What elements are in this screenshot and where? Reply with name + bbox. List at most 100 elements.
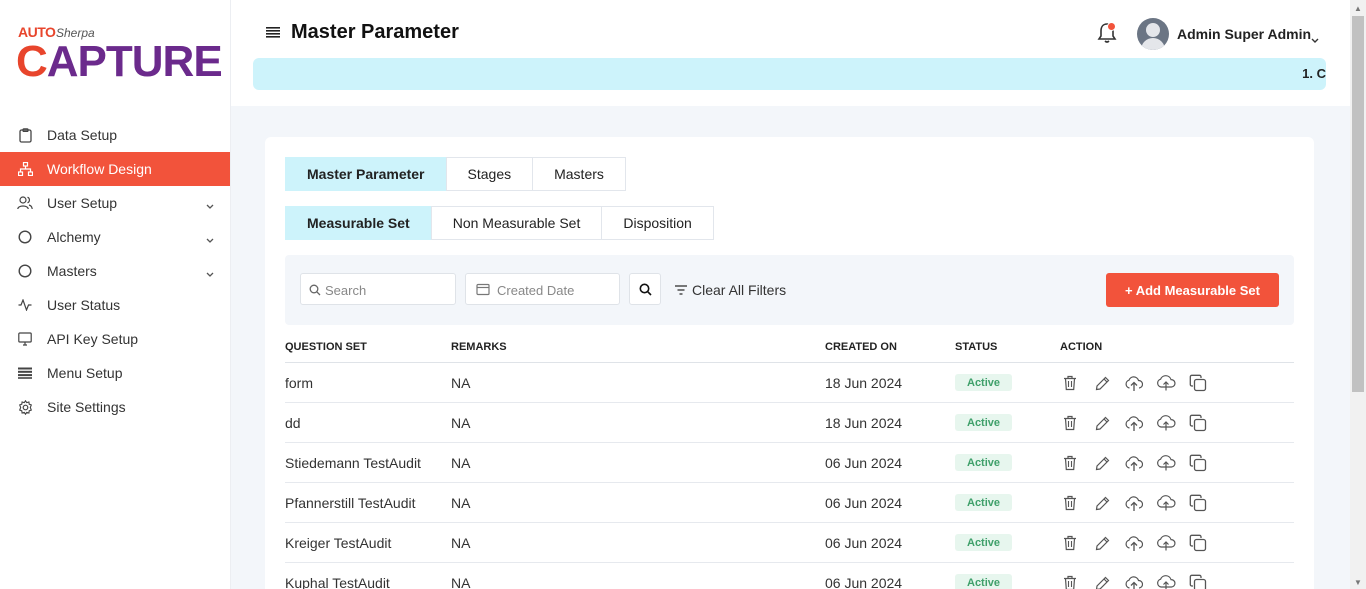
delete-icon[interactable] xyxy=(1060,493,1080,513)
copy-icon[interactable] xyxy=(1188,493,1208,513)
menu-toggle-icon[interactable] xyxy=(266,25,280,43)
search-box[interactable] xyxy=(300,273,456,305)
sidebar-item-user-setup[interactable]: User Setup xyxy=(0,186,230,220)
clear-filters-button[interactable]: Clear All Filters xyxy=(675,282,786,298)
sidebar-item-data-setup[interactable]: Data Setup xyxy=(0,118,230,152)
tab-disposition[interactable]: Disposition xyxy=(601,206,714,240)
created-on-cell: 06 Jun 2024 xyxy=(825,575,903,589)
clipboard-icon xyxy=(17,127,33,143)
add-measurable-set-button[interactable]: + Add Measurable Set xyxy=(1106,273,1279,307)
cloud-upload-icon[interactable] xyxy=(1156,413,1176,433)
column-header-created-on[interactable]: CREATED ON xyxy=(825,341,897,353)
avatar[interactable] xyxy=(1137,18,1169,50)
app-logo[interactable]: AUTO Sherpa CAPTURE xyxy=(16,22,223,86)
edit-icon[interactable] xyxy=(1092,453,1112,473)
row-actions xyxy=(1060,533,1208,553)
sidebar-item-api-key-setup[interactable]: API Key Setup xyxy=(0,322,230,356)
delete-icon[interactable] xyxy=(1060,413,1080,433)
status-badge: Active xyxy=(955,534,1013,551)
circle-icon xyxy=(17,229,33,245)
column-header-remarks[interactable]: REMARKS xyxy=(451,341,507,353)
chevron-down-icon[interactable] xyxy=(206,264,214,280)
column-header-question-set[interactable]: QUESTION SET xyxy=(285,341,367,353)
tab-stages[interactable]: Stages xyxy=(445,157,534,191)
sidebar-item-label: Data Setup xyxy=(47,127,118,143)
row-actions xyxy=(1060,413,1208,433)
cloud-upload-icon[interactable] xyxy=(1156,533,1176,553)
tab-master-parameter[interactable]: Master Parameter xyxy=(285,157,447,191)
chevron-down-icon[interactable] xyxy=(206,230,214,246)
tab-measurable-set[interactable]: Measurable Set xyxy=(285,206,432,240)
question-set-cell: Stiedemann TestAudit xyxy=(285,455,421,471)
row-actions xyxy=(1060,493,1208,513)
table-row: dd NA 18 Jun 2024 Active xyxy=(285,403,1294,443)
upload-icon[interactable] xyxy=(1124,533,1144,553)
sidebar-item-alchemy[interactable]: Alchemy xyxy=(0,220,230,254)
cloud-upload-icon[interactable] xyxy=(1156,493,1176,513)
search-input[interactable] xyxy=(325,280,450,300)
table-body: form NA 18 Jun 2024 Active dd NA 18 Jun 2024 Ac… xyxy=(285,363,1294,589)
row-actions xyxy=(1060,573,1208,589)
remarks-cell: NA xyxy=(451,375,471,391)
sidebar-nav: Data Setup Workflow Design User Setup Alche… xyxy=(0,118,230,424)
copy-icon[interactable] xyxy=(1188,573,1208,589)
chevron-down-icon[interactable] xyxy=(206,196,214,212)
sidebar-item-workflow-design[interactable]: Workflow Design xyxy=(0,152,230,186)
tab-masters[interactable]: Masters xyxy=(532,157,626,191)
gear-icon xyxy=(17,399,33,415)
column-header-status[interactable]: STATUS xyxy=(955,341,997,353)
upload-icon[interactable] xyxy=(1124,573,1144,589)
cloud-upload-icon[interactable] xyxy=(1156,453,1176,473)
scrollbar-thumb[interactable] xyxy=(1352,16,1364,392)
filter-bar: Clear All Filters + Add Measurable Set xyxy=(285,255,1294,325)
row-actions xyxy=(1060,373,1208,393)
question-set-table: QUESTION SET REMARKS CREATED ON STATUS A… xyxy=(285,333,1294,589)
upload-icon[interactable] xyxy=(1124,413,1144,433)
scroll-down-arrow-icon[interactable]: ▼ xyxy=(1354,578,1362,587)
tab-non-measurable-set[interactable]: Non Measurable Set xyxy=(430,206,603,240)
sidebar-item-label: Workflow Design xyxy=(47,161,152,177)
search-icon xyxy=(639,283,652,296)
chevron-down-icon[interactable] xyxy=(1311,30,1319,48)
upload-icon[interactable] xyxy=(1124,453,1144,473)
edit-icon[interactable] xyxy=(1092,533,1112,553)
sidebar-item-user-status[interactable]: User Status xyxy=(0,288,230,322)
date-box[interactable] xyxy=(465,273,620,305)
question-set-cell: Kuphal TestAudit xyxy=(285,575,390,589)
delete-icon[interactable] xyxy=(1060,453,1080,473)
sidebar-item-masters[interactable]: Masters xyxy=(0,254,230,288)
delete-icon[interactable] xyxy=(1060,573,1080,589)
logo-capture: CAPTURE xyxy=(16,37,223,86)
upload-icon[interactable] xyxy=(1124,493,1144,513)
user-name[interactable]: Admin Super Admin xyxy=(1177,26,1311,42)
sidebar-item-menu-setup[interactable]: Menu Setup xyxy=(0,356,230,390)
edit-icon[interactable] xyxy=(1092,573,1112,589)
delete-icon[interactable] xyxy=(1060,533,1080,553)
cloud-upload-icon[interactable] xyxy=(1156,373,1176,393)
cloud-upload-icon[interactable] xyxy=(1156,573,1176,589)
status-badge: Active xyxy=(955,374,1013,391)
remarks-cell: NA xyxy=(451,535,471,551)
edit-icon[interactable] xyxy=(1092,373,1112,393)
search-button[interactable] xyxy=(629,273,661,305)
copy-icon[interactable] xyxy=(1188,533,1208,553)
created-on-cell: 06 Jun 2024 xyxy=(825,455,903,471)
scroll-up-arrow-icon[interactable]: ▲ xyxy=(1354,4,1362,13)
created-date-input[interactable] xyxy=(497,280,615,300)
column-header-action: ACTION xyxy=(1060,341,1103,353)
delete-icon[interactable] xyxy=(1060,373,1080,393)
upload-icon[interactable] xyxy=(1124,373,1144,393)
question-set-cell: dd xyxy=(285,415,301,431)
created-on-cell: 18 Jun 2024 xyxy=(825,415,903,431)
table-row: Kreiger TestAudit NA 06 Jun 2024 Active xyxy=(285,523,1294,563)
copy-icon[interactable] xyxy=(1188,413,1208,433)
table-row: Pfannerstill TestAudit NA 06 Jun 2024 Activ… xyxy=(285,483,1294,523)
question-set-cell: Pfannerstill TestAudit xyxy=(285,495,416,511)
copy-icon[interactable] xyxy=(1188,373,1208,393)
sidebar-item-site-settings[interactable]: Site Settings xyxy=(0,390,230,424)
table-row: Kuphal TestAudit NA 06 Jun 2024 Active xyxy=(285,563,1294,589)
copy-icon[interactable] xyxy=(1188,453,1208,473)
sidebar-item-label: Site Settings xyxy=(47,399,126,415)
edit-icon[interactable] xyxy=(1092,493,1112,513)
edit-icon[interactable] xyxy=(1092,413,1112,433)
